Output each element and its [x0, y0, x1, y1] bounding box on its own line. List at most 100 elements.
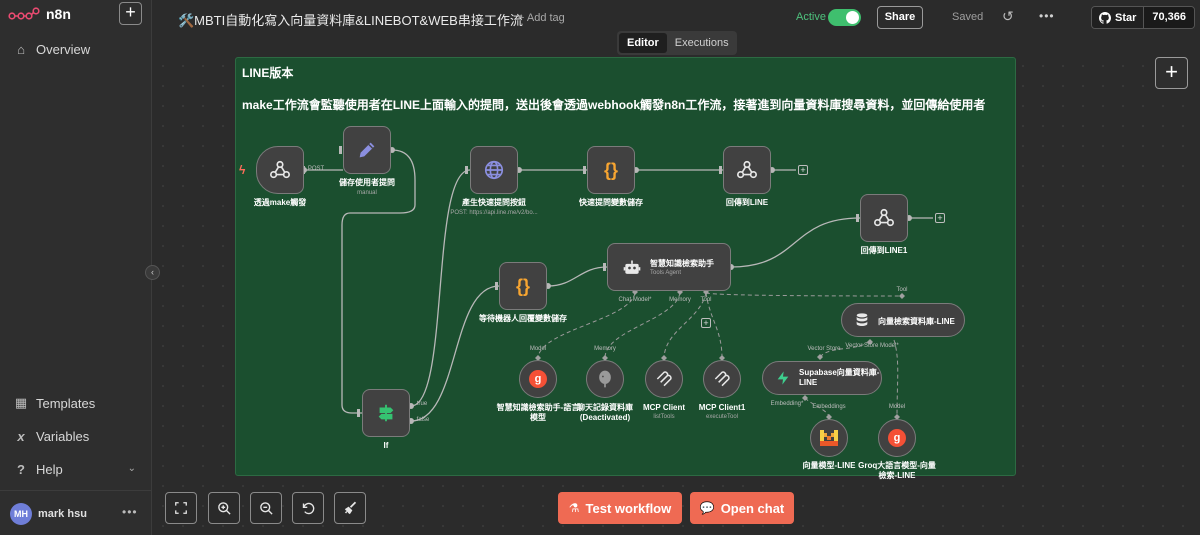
database-icon: [854, 312, 870, 333]
node-label: 聊天記錄資料庫 (Deactivated): [577, 403, 633, 422]
pin-label: Memory: [594, 346, 616, 352]
node-ai-agent[interactable]: 智慧知識檢索助手 Tools Agent: [607, 243, 731, 291]
undo-icon: [302, 502, 314, 515]
sidebar-item-overview[interactable]: ⌂ Overview: [14, 42, 90, 57]
app-name: n8n: [46, 6, 71, 22]
active-label: Active: [796, 11, 826, 23]
pin-label: Vector Store Model*: [845, 343, 899, 349]
history-icon[interactable]: ↺: [1002, 8, 1014, 25]
fit-view-button[interactable]: [165, 492, 197, 524]
node-chat-memory[interactable]: [586, 360, 624, 398]
reset-zoom-button[interactable]: [292, 492, 324, 524]
flask-icon: ⚗: [568, 501, 580, 515]
github-icon: [1099, 11, 1111, 24]
node-label: 儲存使用者提問: [339, 178, 395, 187]
node-quick-set[interactable]: {}: [587, 146, 635, 194]
node-webhook[interactable]: [256, 146, 304, 194]
node-sublabel: listTools: [653, 414, 675, 420]
zoom-in-button[interactable]: [208, 492, 240, 524]
tab-executions[interactable]: Executions: [667, 33, 737, 53]
webhook-icon: [724, 147, 770, 193]
pin-label: Embedding*: [770, 401, 804, 407]
pin-label: Model: [529, 346, 547, 352]
sidebar-item-label: Templates: [36, 395, 96, 411]
node-embeddings[interactable]: [810, 419, 848, 457]
node-language-model[interactable]: g: [519, 360, 557, 398]
toggle-knob: [846, 11, 859, 24]
variables-icon: x: [17, 429, 25, 444]
node-label: 等待機器人回覆變數儲存: [479, 314, 567, 323]
postgres-icon: [587, 361, 623, 397]
sidebar-item-variables[interactable]: x Variables: [14, 429, 89, 444]
node-label: 透過make觸發: [253, 198, 307, 207]
mistral-icon: [811, 420, 847, 456]
node-mcp-client1[interactable]: [703, 360, 741, 398]
add-tool-button[interactable]: +: [701, 318, 711, 328]
zoom-out-button[interactable]: [250, 492, 282, 524]
github-star-count: 70,366: [1143, 7, 1194, 28]
signpost-icon: [363, 390, 409, 436]
supabase-icon: [775, 370, 791, 391]
node-sublabel: POST: https://api.line.me/v2/bo...: [450, 210, 538, 216]
sidebar-item-templates[interactable]: ▦ Templates: [14, 395, 95, 411]
groq-icon: g: [879, 420, 915, 456]
chat-icon: 💬: [699, 501, 715, 515]
open-chat-label: Open chat: [720, 500, 785, 516]
avatar[interactable]: MH: [10, 503, 32, 525]
github-star-label: Star: [1115, 11, 1137, 24]
sidebar-item-help[interactable]: ? Help ⌄: [14, 462, 136, 477]
create-new-button[interactable]: +: [119, 2, 142, 25]
node-supabase[interactable]: Supabase向量資料庫-LINE: [762, 361, 882, 395]
node-label: 智慧知識檢索助手-語言模型: [496, 403, 580, 422]
trigger-bolt-icon: ϟ: [239, 163, 246, 177]
node-save-question[interactable]: [343, 126, 391, 174]
open-chat-button[interactable]: 💬 Open chat: [690, 492, 794, 524]
tidy-up-button[interactable]: [334, 492, 366, 524]
node-label: 向量檢索資料庫-LINE: [878, 317, 955, 326]
add-connection-button[interactable]: +: [935, 213, 945, 223]
active-toggle[interactable]: [828, 9, 861, 26]
node-mcp-client[interactable]: [645, 360, 683, 398]
share-button[interactable]: Share: [877, 6, 923, 29]
node-if[interactable]: [362, 389, 410, 437]
add-connection-button[interactable]: +: [798, 165, 808, 175]
test-workflow-label: Test workflow: [585, 500, 672, 516]
more-options-button[interactable]: •••: [1039, 9, 1055, 23]
add-node-button[interactable]: +: [1155, 57, 1188, 89]
node-vector-store-tool[interactable]: 向量檢索資料庫-LINE: [841, 303, 965, 337]
zoom-out-icon: [259, 502, 273, 515]
pin-label: Memory: [669, 297, 691, 303]
node-label: 產生快速提問按鈕: [462, 198, 526, 207]
mcp-icon: [704, 361, 740, 397]
test-workflow-button[interactable]: ⚗ Test workflow: [558, 492, 682, 524]
add-tag-button[interactable]: + Add tag: [518, 12, 565, 24]
fullscreen-icon: [175, 502, 187, 514]
node-http-request[interactable]: [470, 146, 518, 194]
node-reply-line1[interactable]: [860, 194, 908, 242]
webhook-icon: [257, 147, 303, 193]
webhook-icon: [861, 195, 907, 241]
divider: [0, 490, 152, 491]
help-icon: ?: [17, 462, 25, 477]
sticky-note-body: make工作流會監聽使用者在LINE上面輸入的提問，送出後會透過webhook觸…: [242, 98, 986, 112]
n8n-logo[interactable]: n8n: [8, 6, 71, 22]
github-star-button[interactable]: Star 70,366: [1091, 6, 1195, 29]
node-reply-line[interactable]: [723, 146, 771, 194]
tab-editor[interactable]: Editor: [619, 33, 667, 53]
node-label: MCP Client: [642, 403, 686, 412]
node-wait-set[interactable]: {}: [499, 262, 547, 310]
sidebar-collapse-button[interactable]: ‹: [145, 265, 160, 280]
user-menu-button[interactable]: •••: [122, 505, 138, 519]
node-sublabel: Tools Agent: [650, 270, 682, 276]
node-sublabel: manual: [357, 190, 377, 196]
node-groq-model[interactable]: g: [878, 419, 916, 457]
pin-label: true: [416, 401, 428, 407]
node-label: MCP Client1: [698, 403, 746, 412]
saved-status: Saved: [952, 11, 984, 23]
node-label: 向量模型-LINE: [802, 461, 856, 470]
pencil-icon: [344, 127, 390, 173]
workflow-title[interactable]: 🛠️MBTI自動化寫入向量資料庫&LINEBOT&WEB串接工作流: [178, 10, 523, 29]
node-label: 快速提問變數儲存: [579, 198, 643, 207]
zoom-in-icon: [217, 502, 231, 515]
sticky-note-heading: LINE版本: [242, 66, 294, 80]
